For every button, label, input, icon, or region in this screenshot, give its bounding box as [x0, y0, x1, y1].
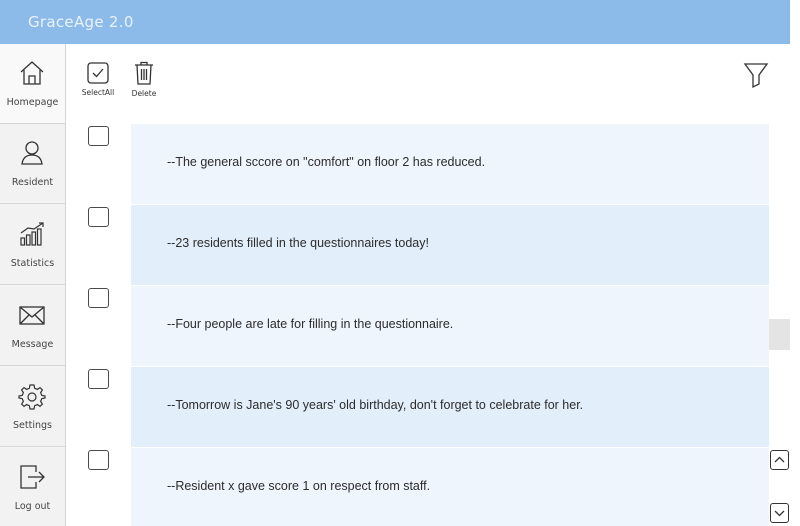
gear-icon — [18, 382, 46, 410]
title-bar: GraceAge 2.0 — [0, 0, 790, 44]
delete-label: Delete — [131, 89, 157, 98]
message-row[interactable]: --The general sccore on "comfort" on flo… — [131, 124, 769, 204]
message-text: --The general sccore on "comfort" on flo… — [167, 155, 486, 169]
select-all-label: SelectAll — [81, 88, 115, 97]
scroll-down-button[interactable] — [770, 503, 789, 523]
sidebar-item-message[interactable]: Message — [0, 286, 65, 366]
sidebar-item-settings[interactable]: Settings — [0, 367, 65, 447]
chevron-down-icon — [771, 504, 788, 522]
checkbox-checked-icon — [87, 62, 109, 84]
envelope-icon — [18, 301, 46, 329]
row-checkbox[interactable] — [88, 369, 109, 389]
sidebar-item-logout[interactable]: Log out — [0, 448, 65, 526]
app-title: GraceAge 2.0 — [28, 13, 134, 31]
sidebar: Homepage Resident Statistics Message Set… — [0, 44, 66, 526]
message-text: --Resident x gave score 1 on respect fro… — [167, 479, 431, 493]
message-row[interactable]: --23 residents filled in the questionnai… — [131, 205, 769, 285]
filter-button[interactable] — [742, 61, 770, 89]
sidebar-item-label: Homepage — [6, 97, 59, 108]
home-icon — [18, 59, 46, 87]
message-text: --23 residents filled in the questionnai… — [167, 236, 429, 250]
scroll-up-button[interactable] — [770, 450, 789, 470]
row-checkbox[interactable] — [88, 288, 109, 308]
sidebar-item-homepage[interactable]: Homepage — [0, 44, 65, 124]
row-checkbox[interactable] — [88, 126, 109, 146]
chevron-up-icon — [771, 451, 788, 469]
sidebar-item-label: Statistics — [10, 258, 55, 269]
delete-button[interactable]: Delete — [128, 61, 160, 98]
sidebar-item-label: Log out — [14, 501, 51, 512]
scrollbar-thumb[interactable] — [769, 319, 790, 350]
row-checkbox[interactable] — [88, 450, 109, 470]
row-checkbox[interactable] — [88, 207, 109, 227]
message-text: --Four people are late for filling in th… — [167, 317, 454, 331]
bar-chart-icon — [18, 220, 46, 248]
trash-icon — [134, 61, 154, 85]
message-text: --Tomorrow is Jane's 90 years' old birth… — [167, 398, 584, 412]
filter-icon — [742, 63, 770, 93]
sidebar-item-label: Resident — [11, 177, 54, 188]
message-row[interactable]: --Four people are late for filling in th… — [131, 286, 769, 366]
logout-icon — [18, 463, 46, 491]
sidebar-item-statistics[interactable]: Statistics — [0, 205, 65, 285]
select-all-button[interactable]: SelectAll — [78, 62, 118, 97]
message-row[interactable]: --Tomorrow is Jane's 90 years' old birth… — [131, 367, 769, 447]
sidebar-item-label: Message — [11, 339, 54, 350]
message-row[interactable]: --Resident x gave score 1 on respect fro… — [131, 448, 769, 526]
sidebar-item-label: Settings — [13, 420, 52, 431]
person-icon — [18, 139, 46, 167]
sidebar-item-resident[interactable]: Resident — [0, 124, 65, 204]
